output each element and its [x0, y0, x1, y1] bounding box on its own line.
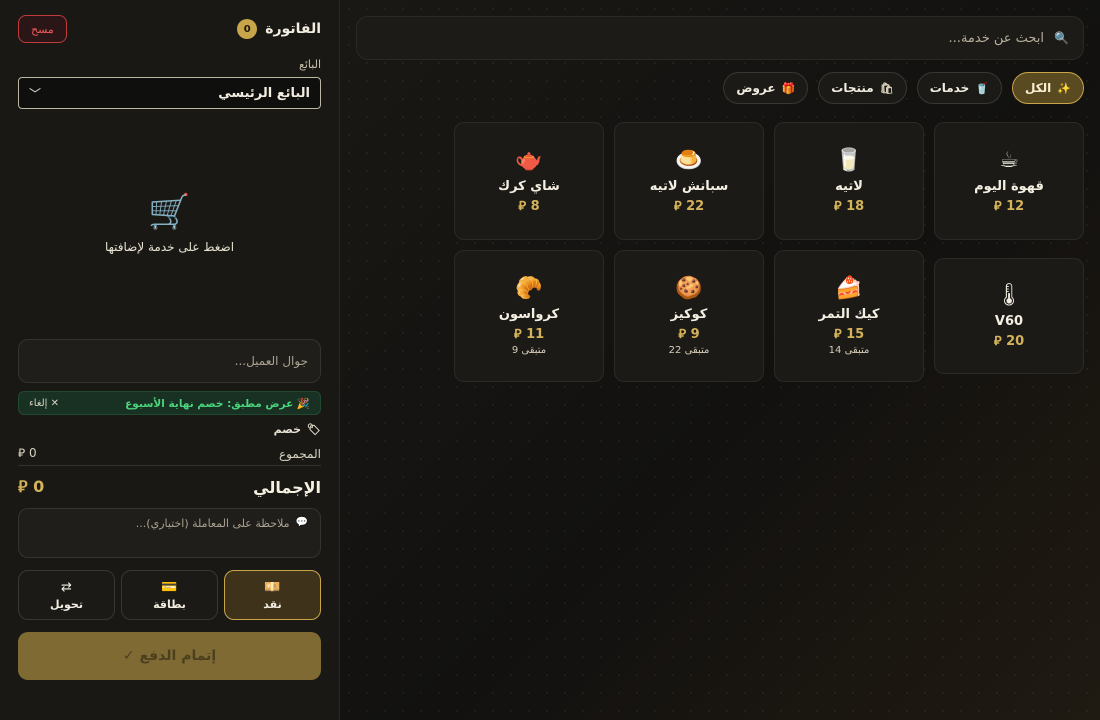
product-name: كوكيز [670, 307, 708, 322]
catalog-panel: 🔍 ✨ الكل 🥤 خدمات 🛍 منتجات 🎁 عروض [340, 0, 1100, 720]
product-price: 9 ⃁ [678, 327, 700, 342]
note-icon: 💬 [295, 517, 308, 528]
transfer-icon: ⇄ [61, 579, 72, 595]
applied-offer-banner: 🎉 عرض مطبق: خصم نهاية الأسبوع ✕ إلغاء [18, 391, 321, 415]
bag-icon: 🛍 [879, 81, 894, 95]
payment-label: بطاقة [153, 597, 186, 611]
payment-cash-button[interactable]: 💴 نقد [224, 570, 321, 620]
product-name: لاتيه [835, 179, 863, 194]
product-card-cookies[interactable]: 🍪 كوكيز 9 ⃁ متبقى 22 [614, 250, 764, 382]
customer-phone-field[interactable] [18, 339, 321, 383]
product-price: 18 ⃁ [833, 199, 865, 214]
total-label: الإجمالي [253, 477, 321, 497]
product-card-latte[interactable]: 🥛 لاتيه 18 ⃁ [774, 122, 924, 240]
empty-cart-message: اضغط على خدمة لإضافتها [104, 240, 235, 254]
cup-icon: 🥤 [975, 81, 989, 95]
invoice-header: الفاتورة 0 مسح [18, 14, 321, 44]
chevron-down-icon: ﹀ [29, 86, 42, 101]
product-card-coffee-of-day[interactable]: ☕ قهوة اليوم 12 ⃁ [934, 122, 1084, 240]
spanish-latte-icon: 🍮 [675, 148, 703, 173]
total-value: 0 ⃁ [18, 477, 45, 496]
offer-icon: 🎉 [293, 397, 310, 410]
product-price: 15 ⃁ [833, 327, 865, 342]
filter-offers[interactable]: 🎁 عروض [723, 72, 809, 104]
product-price: 11 ⃁ [513, 327, 545, 342]
filter-label: عروض [736, 81, 776, 95]
stock-remaining: متبقى 22 [668, 345, 710, 356]
card-icon: 💳 [161, 579, 178, 595]
cancel-offer-button[interactable]: ✕ إلغاء [29, 398, 59, 409]
payment-label: نقد [263, 597, 282, 611]
invoice-panel: الفاتورة 0 مسح البائع البائع الرئيسي ﹀ 🛒… [0, 0, 340, 720]
product-price: 12 ⃁ [993, 199, 1025, 214]
product-card-v60[interactable]: 🌡 V60 20 ⃁ [934, 258, 1084, 374]
sparkle-icon: ✨ [1057, 81, 1071, 95]
croissant-icon: 🥐 [515, 276, 543, 301]
seller-value: البائع الرئيسي [218, 85, 310, 101]
gift-icon: 🎁 [781, 81, 796, 95]
product-card-croissant[interactable]: 🥐 كرواسون 11 ⃁ متبقى 9 [454, 250, 604, 382]
payment-card-button[interactable]: 💳 بطاقة [121, 570, 218, 620]
filter-label: خدمات [929, 81, 970, 95]
product-card-date-cake[interactable]: 🍰 كيك التمر 15 ⃁ متبقى 14 [774, 250, 924, 382]
product-card-karak-tea[interactable]: 🫖 شاي كرك 8 ⃁ [454, 122, 604, 240]
payment-transfer-button[interactable]: ⇄ تحويل [18, 570, 115, 620]
invoice-title-group: الفاتورة 0 [237, 19, 321, 39]
subtotal-value: 0 ⃁ [18, 446, 37, 460]
cookie-icon: 🍪 [675, 276, 703, 301]
product-price: 22 ⃁ [673, 199, 705, 214]
filter-all[interactable]: ✨ الكل [1011, 72, 1084, 104]
teapot-icon: 🫖 [515, 148, 543, 173]
shopping-cart-icon: 🛒 [148, 192, 191, 232]
filter-services[interactable]: 🥤 خدمات [916, 72, 1002, 104]
product-card-spanish-latte[interactable]: 🍮 سبانش لاتيه 22 ⃁ [614, 122, 764, 240]
search-input[interactable] [371, 30, 1045, 46]
subtotal-label: المجموع [279, 446, 321, 461]
pos-app: 🔍 ✨ الكل 🥤 خدمات 🛍 منتجات 🎁 عروض [0, 0, 1100, 720]
filter-label: الكل [1024, 81, 1052, 95]
clear-button[interactable]: مسح [18, 15, 67, 43]
product-name: V60 [994, 314, 1024, 329]
customer-phone-input[interactable] [31, 354, 308, 368]
product-price: 8 ⃁ [518, 199, 540, 214]
discount-row[interactable]: 🏷 خصم [18, 423, 321, 436]
total-row: الإجمالي 0 ⃁ [18, 474, 321, 500]
cash-icon: 💴 [264, 579, 281, 595]
payment-methods: 💴 نقد 💳 بطاقة ⇄ تحويل [18, 570, 321, 620]
product-name: كرواسون [498, 307, 560, 322]
product-name: شاي كرك [498, 179, 560, 194]
search-icon: 🔍 [1054, 31, 1069, 45]
seller-label: البائع [299, 58, 321, 71]
search-bar[interactable]: 🔍 [356, 16, 1084, 60]
coffee-cup-icon: ☕ [999, 148, 1019, 173]
product-price: 20 ⃁ [993, 334, 1025, 349]
category-filters: ✨ الكل 🥤 خدمات 🛍 منتجات 🎁 عروض [356, 72, 1084, 106]
tag-icon: 🏷 [307, 423, 321, 436]
filter-label: منتجات [831, 81, 874, 95]
cake-icon: 🍰 [835, 276, 863, 301]
discount-label: خصم [273, 423, 302, 436]
subtotal-row: المجموع 0 ⃁ [18, 444, 321, 466]
product-name: قهوة اليوم [974, 179, 1044, 194]
stock-remaining: متبقى 14 [828, 345, 870, 356]
filter-products[interactable]: 🛍 منتجات [818, 72, 907, 104]
transaction-note-input[interactable] [31, 517, 290, 551]
offer-text: 🎉 عرض مطبق: خصم نهاية الأسبوع [125, 397, 310, 410]
product-name: كيك التمر [818, 307, 880, 322]
payment-label: تحويل [50, 597, 83, 611]
v60-dripper-icon: 🌡 [995, 283, 1023, 308]
stock-remaining: متبقى 9 [511, 345, 547, 356]
seller-select[interactable]: البائع الرئيسي ﹀ [18, 77, 321, 109]
offer-label: عرض مطبق: خصم نهاية الأسبوع [125, 397, 294, 410]
product-grid: ☕ قهوة اليوم 12 ⃁ 🥛 لاتيه 18 ⃁ 🍮 سبانش ل… [454, 122, 1084, 382]
product-name: سبانش لاتيه [649, 179, 729, 194]
empty-cart-state: 🛒 اضغط على خدمة لإضافتها [18, 109, 321, 339]
transaction-note-field[interactable]: 💬 [18, 508, 321, 558]
item-count-badge: 0 [237, 19, 258, 39]
latte-glass-icon: 🥛 [835, 148, 863, 173]
invoice-title: الفاتورة [265, 21, 321, 37]
complete-payment-button[interactable]: إتمام الدفع ✓ [18, 632, 321, 680]
